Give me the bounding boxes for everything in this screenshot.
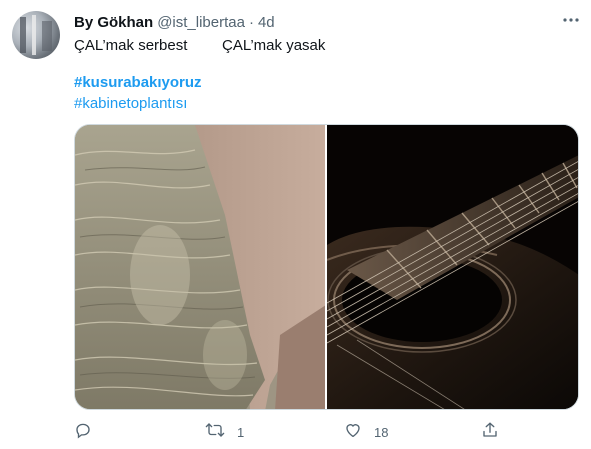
tweet-text-part2: ÇAL’mak yasak: [222, 37, 326, 54]
retweet-button[interactable]: 1: [205, 421, 244, 443]
like-count: 18: [374, 424, 389, 440]
guitar-image[interactable]: [326, 125, 578, 409]
hashtag-link[interactable]: #kusurabakıyoruz: [74, 73, 202, 93]
author-name[interactable]: By Gökhan: [74, 14, 153, 31]
money-stacks-image[interactable]: [75, 125, 325, 409]
tweet-header: By Gökhan @ist_libertaa · 4d: [74, 12, 275, 32]
tweet[interactable]: By Gökhan @ist_libertaa · 4d ÇAL’mak ser…: [0, 0, 591, 449]
heart-icon[interactable]: [344, 421, 362, 444]
share-icon[interactable]: [481, 421, 499, 444]
reply-icon[interactable]: [74, 421, 92, 444]
tweet-text-part1: ÇAL’mak serbest: [74, 37, 188, 54]
retweet-count: 1: [237, 424, 245, 440]
share-button[interactable]: [481, 421, 499, 443]
separator-dot: ·: [248, 13, 254, 31]
tweet-actions: 1 18: [74, 421, 514, 443]
retweet-icon[interactable]: [205, 421, 225, 444]
more-dots-icon[interactable]: [562, 11, 580, 29]
reply-button[interactable]: [74, 421, 104, 443]
tweet-text: ÇAL’mak serbest ÇAL’mak yasak: [74, 36, 325, 56]
hashtag-link[interactable]: #kabinetoplantısı: [74, 94, 187, 114]
like-button[interactable]: 18: [344, 421, 388, 443]
media-grid: [74, 124, 579, 410]
avatar[interactable]: [12, 11, 60, 59]
timestamp[interactable]: 4d: [258, 14, 275, 31]
author-handle[interactable]: @ist_libertaa: [157, 14, 245, 31]
